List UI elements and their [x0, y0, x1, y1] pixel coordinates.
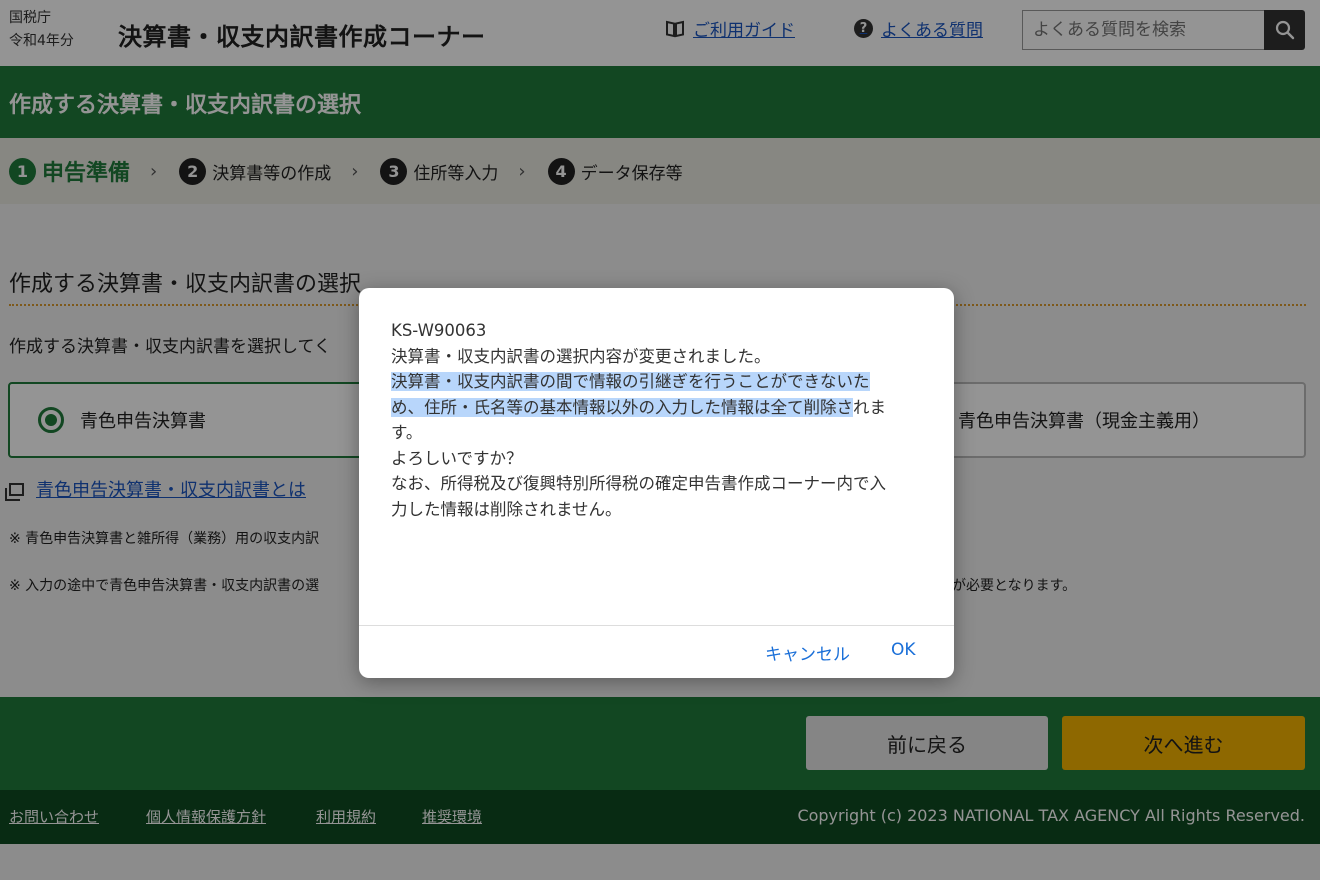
dialog-line: 決算書・収支内訳書の間で情報の引継ぎを行うことができないた — [391, 369, 926, 395]
selected-text: め、住所・氏名等の基本情報以外の入力した情報は全て削除さ — [391, 397, 853, 417]
cancel-button[interactable]: キャンセル — [765, 640, 850, 665]
dialog-text: れま — [853, 397, 886, 417]
dialog-line: なお、所得税及び復興特別所得税の確定申告書作成コーナー内で入 — [391, 474, 886, 493]
dialog-line: す。 — [391, 423, 423, 442]
selected-text: 決算書・収支内訳書の間で情報の引継ぎを行うことができないた — [391, 372, 870, 391]
dialog-line: め、住所・氏名等の基本情報以外の入力した情報は全て削除されま — [391, 395, 926, 421]
dialog-code: KS-W90063 — [391, 321, 487, 340]
confirm-dialog: KS-W90063 決算書・収支内訳書の選択内容が変更されました。 決算書・収支… — [359, 288, 954, 678]
dialog-divider — [359, 625, 954, 626]
dialog-line: 力した情報は削除されません。 — [391, 499, 622, 519]
dialog-line: 決算書・収支内訳書の選択内容が変更されました。 — [391, 346, 771, 366]
dialog-line: よろしいですか？ — [391, 448, 523, 468]
ok-button[interactable]: OK — [891, 640, 916, 660]
dialog-message: KS-W90063 決算書・収支内訳書の選択内容が変更されました。 決算書・収支… — [391, 318, 926, 522]
